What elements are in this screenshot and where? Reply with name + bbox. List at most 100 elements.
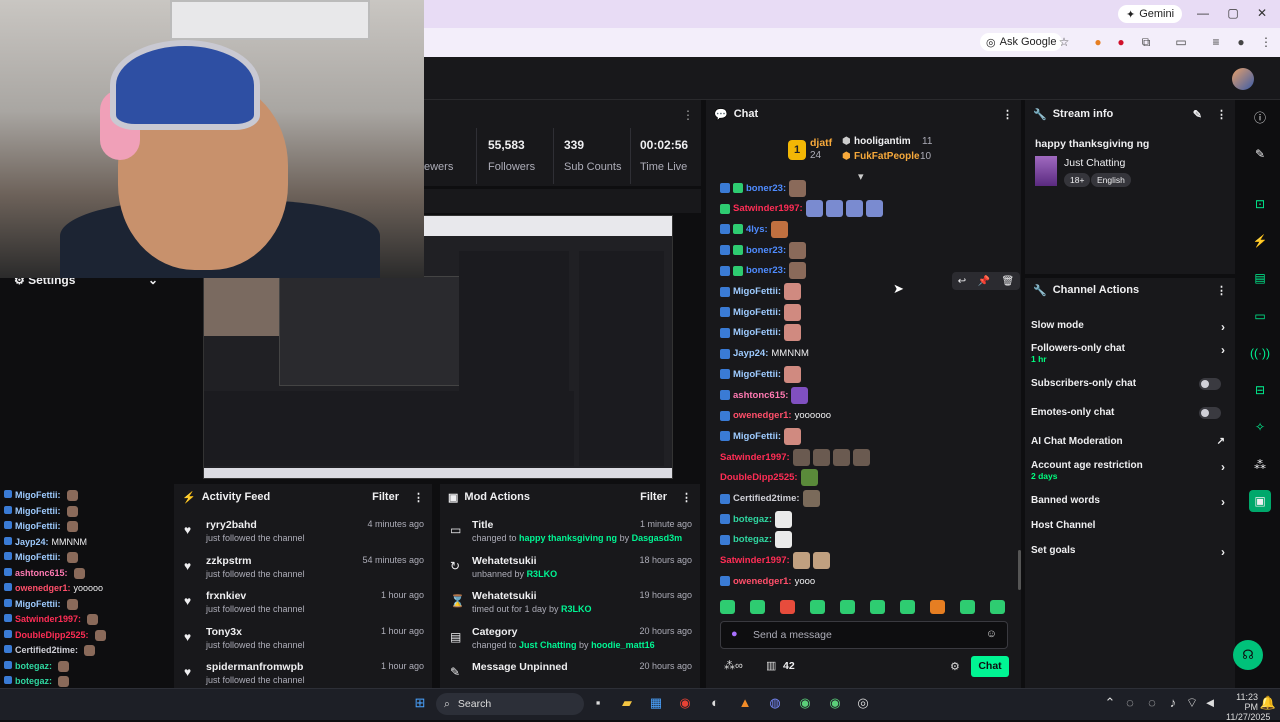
chat-message-row[interactable]: owenedger1: yooo <box>720 573 815 589</box>
app-icon[interactable]: ▲ <box>735 695 755 713</box>
chat-message-row[interactable]: Satwinder1997: <box>720 448 873 466</box>
more-icon[interactable]: ⋮ <box>1216 284 1227 297</box>
obs-icon[interactable]: ◐ <box>705 695 725 713</box>
chat-username[interactable]: owenedger1: <box>733 410 792 421</box>
chat-message-row[interactable]: Satwinder1997: <box>720 200 886 218</box>
chat-username[interactable]: MigoFettii: <box>15 599 61 609</box>
chat-message-row[interactable]: owenedger1: yoooooo <box>720 408 831 424</box>
chat-message-row[interactable]: Certified2time: <box>720 490 823 507</box>
chat-username[interactable]: owenedger1: <box>15 583 71 593</box>
gemini-button[interactable]: ✦ Gemini <box>1118 5 1183 23</box>
chat-username[interactable]: MigoFettii: <box>733 369 781 380</box>
channel-action-item[interactable]: Host Channel <box>1031 520 1225 531</box>
emote-icon[interactable] <box>900 600 915 614</box>
adblock-icon[interactable]: ● <box>1113 35 1129 49</box>
chat-icon[interactable]: ▭ <box>1249 305 1271 327</box>
mod-action-actor[interactable]: R3LKO <box>561 604 592 614</box>
chat-username[interactable]: botegaz: <box>733 534 772 545</box>
chat-message-row[interactable]: MigoFettii: <box>720 365 804 383</box>
chat-message-row[interactable]: 4lys: <box>720 220 791 238</box>
emote-icon[interactable] <box>930 600 945 614</box>
wrench-icon[interactable]: ✧ <box>1249 416 1271 438</box>
queue-icon[interactable]: ≡ <box>1208 35 1224 49</box>
chat-username[interactable]: DoubleDipp2525: <box>15 630 89 640</box>
emote-icon[interactable] <box>870 600 885 614</box>
chat-username[interactable]: MigoFettii: <box>15 490 61 500</box>
chat-username[interactable]: boner23: <box>746 245 786 256</box>
more-icon[interactable]: ⋮ <box>681 491 692 504</box>
puzzle-icon[interactable]: ⧉ <box>1138 35 1154 50</box>
toggle-switch[interactable] <box>1199 378 1221 390</box>
chrome-icon[interactable]: ◉ <box>825 695 845 713</box>
chat-username[interactable]: boner23: <box>746 183 786 194</box>
list-item[interactable]: ♥ zzkpstrm just followed the channel 54 min… <box>174 554 432 590</box>
chat-message-row[interactable]: ashtonc615: <box>720 386 811 404</box>
media-icon[interactable]: ▭ <box>1173 35 1189 49</box>
emote-icon[interactable] <box>840 600 855 614</box>
chat-username[interactable]: Satwinder1997: <box>720 452 790 463</box>
gift-icon[interactable]: ▥ <box>766 659 776 672</box>
gear-icon[interactable]: ⚙ <box>950 660 960 673</box>
bell-icon[interactable]: 🔔 <box>1258 695 1278 713</box>
emote-icon[interactable] <box>780 600 795 614</box>
info-icon[interactable]: ⓘ <box>1249 107 1271 129</box>
chat-username[interactable]: ashtonc615: <box>15 568 68 578</box>
chat-message-row[interactable]: boner23: <box>720 241 809 259</box>
avatar[interactable] <box>1232 68 1254 90</box>
points-icon[interactable]: ⁂∞ <box>724 659 743 672</box>
more-icon[interactable]: ⋮ <box>682 108 694 122</box>
mic-icon[interactable]: ● <box>731 628 738 640</box>
chevron-up-icon[interactable]: ⌃ <box>1100 695 1120 713</box>
points-icon[interactable]: ⁂ <box>1249 454 1271 476</box>
chat-username[interactable]: Certified2time: <box>733 493 800 504</box>
tag[interactable]: English <box>1091 173 1131 187</box>
chat-username[interactable]: DoubleDipp2525: <box>720 472 798 483</box>
emote-icon[interactable] <box>750 600 765 614</box>
channel-action-item[interactable]: Slow mode › <box>1031 320 1225 334</box>
chat-message-row[interactable]: MigoFettii: <box>720 324 804 342</box>
channel-action-item[interactable]: Banned words › <box>1031 495 1225 509</box>
chat-username[interactable]: owenedger1: <box>733 576 792 587</box>
tray-icon[interactable]: ◌ <box>1120 695 1140 713</box>
chat-username[interactable]: MigoFettii: <box>733 327 781 338</box>
chat-username[interactable]: Satwinder1997: <box>15 614 81 624</box>
mod-action-actor[interactable]: R3LKO <box>527 569 558 579</box>
chat-message-row[interactable]: boner23: <box>720 262 809 280</box>
list-item[interactable]: ♥ frxnkiev just followed the channel 1 hour… <box>174 589 432 625</box>
emote-icon[interactable] <box>960 600 975 614</box>
chat-username[interactable]: botegaz: <box>15 676 52 686</box>
chat-username[interactable]: MigoFettii: <box>733 431 781 442</box>
chat-message-row[interactable]: DoubleDipp2525: <box>720 469 821 487</box>
more-icon[interactable]: ⋮ <box>1216 108 1227 121</box>
channel-action-item[interactable]: Subscribers-only chat <box>1031 378 1225 390</box>
pin-icon[interactable]: 📌 <box>978 276 990 287</box>
chat-username[interactable]: MigoFettii: <box>15 521 61 531</box>
channel-action-item[interactable]: Account age restriction 2 days › <box>1031 460 1225 481</box>
close-icon[interactable]: ✕ <box>1252 6 1272 20</box>
list-item[interactable]: ⌛ Wehatetsukii timed out for 1 day by R3LK… <box>440 589 700 625</box>
list-item[interactable]: ▤ Category changed to Just Chatting by hoo… <box>440 625 700 661</box>
folder-icon[interactable]: ▰ <box>617 695 637 713</box>
chat-input[interactable]: ● Send a message ☺ <box>720 621 1008 649</box>
chat-username[interactable]: Satwinder1997: <box>733 203 803 214</box>
extension-icon[interactable]: ▣ <box>1249 490 1271 512</box>
chat-username[interactable]: boner23: <box>746 265 786 276</box>
wifi-icon[interactable]: ⌔ <box>1182 695 1202 713</box>
discord-icon[interactable]: ◍ <box>765 695 785 713</box>
filter-button[interactable]: Filter <box>640 491 667 503</box>
taskbar-search[interactable]: ⌕ Search <box>436 693 584 715</box>
mic-icon[interactable]: ♪ <box>1163 695 1183 713</box>
taskview-icon[interactable]: ▪ <box>588 695 608 713</box>
list-item[interactable]: ↻ Wehatetsukii unbanned by R3LKO 18 hours a… <box>440 554 700 590</box>
chat-message-row[interactable]: botegaz: <box>720 510 795 528</box>
chat-username[interactable]: 4lys: <box>746 224 768 235</box>
windows-start-icon[interactable]: ⊞ <box>410 695 430 713</box>
minimize-icon[interactable]: — <box>1193 6 1213 20</box>
chat-username[interactable]: MigoFettii: <box>15 506 61 516</box>
chat-username[interactable]: botegaz: <box>733 514 772 525</box>
chat-message-row[interactable]: MigoFettii: <box>720 283 804 300</box>
profile-icon[interactable]: ● <box>1233 35 1249 49</box>
chat-message-row[interactable]: MigoFettii: <box>720 303 804 321</box>
chat-username[interactable]: botegaz: <box>15 661 52 671</box>
chrome-icon[interactable]: ◉ <box>675 695 695 713</box>
